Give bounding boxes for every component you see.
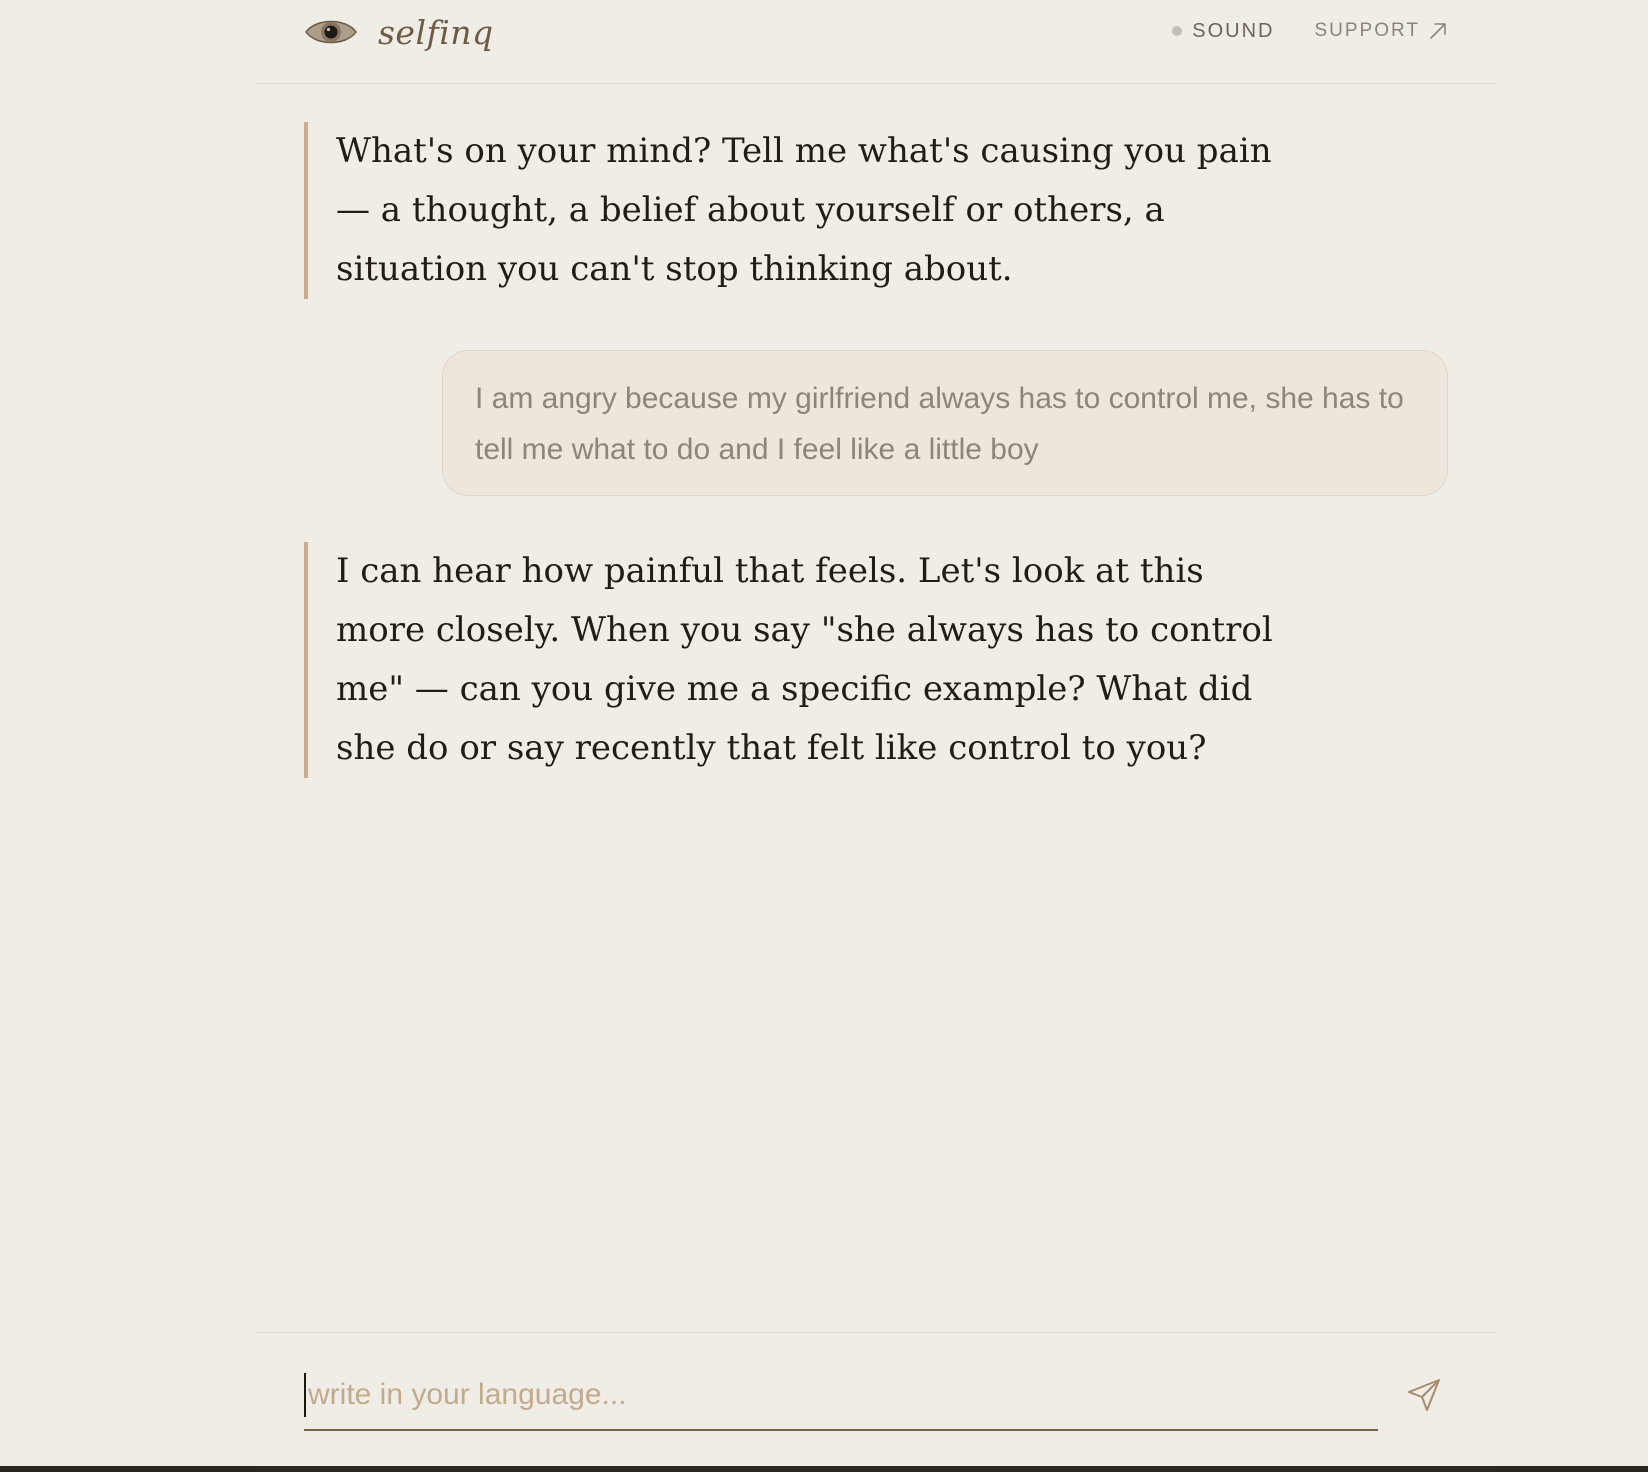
eye-icon (304, 15, 358, 49)
message-input-wrapper (304, 1361, 1378, 1431)
sound-label: SOUND (1192, 19, 1275, 42)
send-button[interactable] (1404, 1377, 1444, 1417)
sound-toggle[interactable]: SOUND (1172, 20, 1274, 43)
brand-name: selfinq (378, 12, 494, 52)
support-link[interactable]: SUPPORT (1314, 20, 1448, 42)
status-dot-icon (1172, 26, 1183, 36)
text-caret (304, 1373, 306, 1417)
message-input[interactable] (308, 1361, 1378, 1429)
support-label: SUPPORT (1314, 20, 1420, 41)
assistant-message: I can hear how painful that feels. Let's… (304, 542, 1294, 778)
header-nav: SOUND SUPPORT (1172, 14, 1448, 48)
external-arrow-icon (1428, 21, 1448, 41)
send-icon (1406, 1377, 1442, 1418)
assistant-message: What's on your mind? Tell me what's caus… (304, 122, 1294, 299)
bottom-edge (0, 1466, 1648, 1472)
brand-logo[interactable]: selfinq (304, 8, 494, 56)
user-message: I am angry because my girlfriend always … (442, 350, 1448, 496)
chat-page: selfinq SOUND SUPPORT What's on your min… (256, 0, 1496, 1466)
top-bar: selfinq SOUND SUPPORT (256, 0, 1496, 84)
composer (256, 1332, 1496, 1466)
